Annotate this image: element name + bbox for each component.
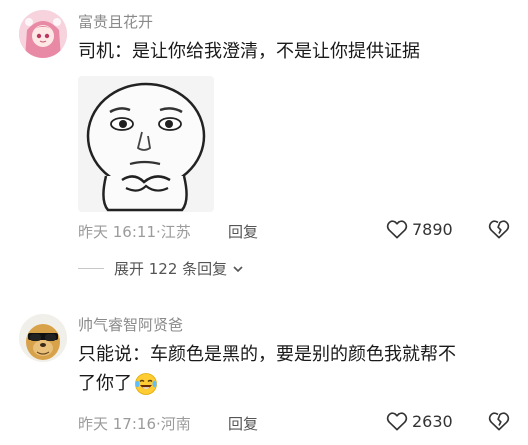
comment-text: 司机：是让你给我澄清，不是让你提供证据 (78, 41, 420, 62)
avatar[interactable] (19, 10, 67, 58)
comment-username[interactable]: 富贵且花开 (78, 11, 153, 32)
expand-replies-label: 展开 122 条回复 (114, 260, 228, 278)
heart-icon (386, 220, 408, 239)
broken-heart-icon (488, 412, 510, 431)
comment-text-line-2: 了你了 (78, 369, 158, 398)
like-button[interactable]: 2630 (386, 411, 453, 431)
comment-meta: 昨天 17:16·河南 (78, 413, 191, 434)
heart-icon (386, 412, 408, 431)
dislike-button[interactable] (488, 411, 510, 435)
reply-button[interactable]: 回复 (228, 413, 258, 434)
dog-sunglasses-avatar-icon (19, 314, 67, 362)
expand-divider (78, 268, 104, 269)
chevron-down-icon (233, 265, 243, 272)
like-button[interactable]: 7890 (386, 219, 453, 239)
expand-replies-button[interactable]: 展开 122 条回复 (78, 258, 245, 279)
reply-button[interactable]: 回复 (228, 221, 258, 242)
anime-girl-avatar-icon (19, 10, 67, 58)
dislike-button[interactable] (488, 219, 510, 243)
like-count: 7890 (412, 219, 453, 239)
comment-location: 江苏 (160, 223, 191, 241)
laughing-tears-emoji-icon (135, 372, 157, 395)
comment-username[interactable]: 帅气睿智阿贤爸 (78, 314, 183, 335)
comment-time: 昨天 17:16 (78, 415, 156, 433)
like-count: 2630 (412, 411, 453, 431)
comment-text-line-1: 只能说：车颜色是黑的，要是别的颜色我就帮不 (78, 344, 456, 365)
sticker-image[interactable] (78, 76, 214, 212)
meme-face-sticker-icon (78, 76, 214, 212)
comment-meta: 昨天 16:11·江苏 (78, 221, 191, 242)
broken-heart-icon (488, 220, 510, 239)
comment-location: 河南 (160, 415, 191, 433)
comment-time: 昨天 16:11 (78, 223, 156, 241)
avatar[interactable] (19, 314, 67, 362)
comment-text-line-2-text: 了你了 (78, 373, 132, 394)
